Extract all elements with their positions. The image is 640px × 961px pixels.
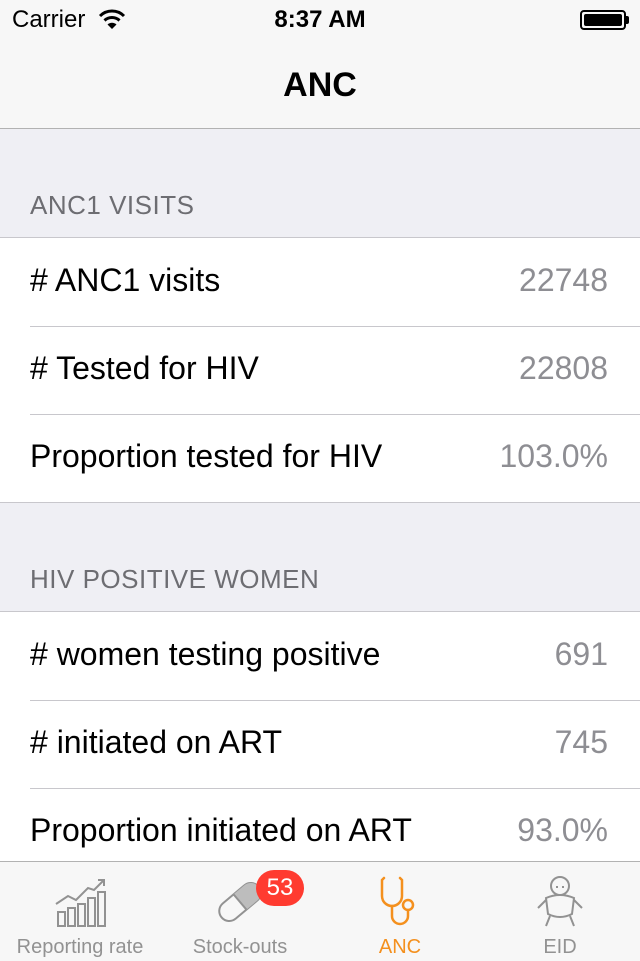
row-value: 691: [554, 636, 608, 672]
row-value: 745: [554, 724, 608, 760]
row-label: # Tested for HIV: [30, 350, 259, 386]
row-value: 22748: [519, 262, 608, 298]
tab-reporting-rate[interactable]: Reporting rate: [0, 862, 160, 961]
bar-chart-trend-icon: [55, 879, 106, 927]
battery-icon: [580, 10, 629, 30]
page-title: ANC: [283, 66, 357, 104]
table-view: ANC1 VISITS # ANC1 visits 22748 # Tested…: [0, 129, 640, 877]
tab-label: Reporting rate: [16, 936, 144, 958]
navigation-bar: ANC: [0, 40, 640, 129]
tab-label: Stock-outs: [192, 936, 288, 958]
stock-outs-badge: 53: [256, 870, 304, 906]
tab-stock-outs[interactable]: 53 Stock-outs: [160, 862, 320, 961]
tab-eid[interactable]: EID: [480, 862, 640, 961]
row-value: 22808: [519, 350, 608, 386]
tab-label: EID: [543, 936, 577, 958]
baby-icon: [537, 876, 583, 927]
status-time: 8:37 AM: [274, 6, 366, 33]
row-value: 103.0%: [499, 438, 608, 474]
section-header-label: ANC1 VISITS: [30, 190, 195, 220]
section-rows: # women testing positive 691 # initiated…: [0, 612, 640, 877]
table-row[interactable]: # Tested for HIV 22808: [0, 326, 640, 414]
section-header: HIV POSITIVE WOMEN: [0, 503, 640, 612]
tab-label: ANC: [378, 936, 422, 958]
table-row[interactable]: # women testing positive 691: [0, 612, 640, 700]
row-label: # women testing positive: [30, 636, 381, 672]
section-header: ANC1 VISITS: [0, 129, 640, 238]
status-bar: Carrier 8:37 AM: [0, 0, 640, 40]
table-row[interactable]: Proportion tested for HIV 103.0%: [0, 414, 640, 502]
row-label: Proportion tested for HIV: [30, 438, 383, 474]
row-value: 93.0%: [517, 812, 608, 848]
row-label: Proportion initiated on ART: [30, 812, 412, 848]
tab-anc[interactable]: ANC: [320, 862, 480, 961]
section-header-label: HIV POSITIVE WOMEN: [30, 564, 320, 594]
row-label: # initiated on ART: [30, 724, 283, 760]
row-label: # ANC1 visits: [30, 262, 221, 298]
stethoscope-icon: [380, 876, 415, 926]
table-row[interactable]: # initiated on ART 745: [0, 700, 640, 788]
tab-bar: Reporting rate 53 Stock-outs ANC EID: [0, 861, 640, 961]
table-row[interactable]: # ANC1 visits 22748: [0, 238, 640, 326]
section-rows: # ANC1 visits 22748 # Tested for HIV 228…: [0, 238, 640, 503]
